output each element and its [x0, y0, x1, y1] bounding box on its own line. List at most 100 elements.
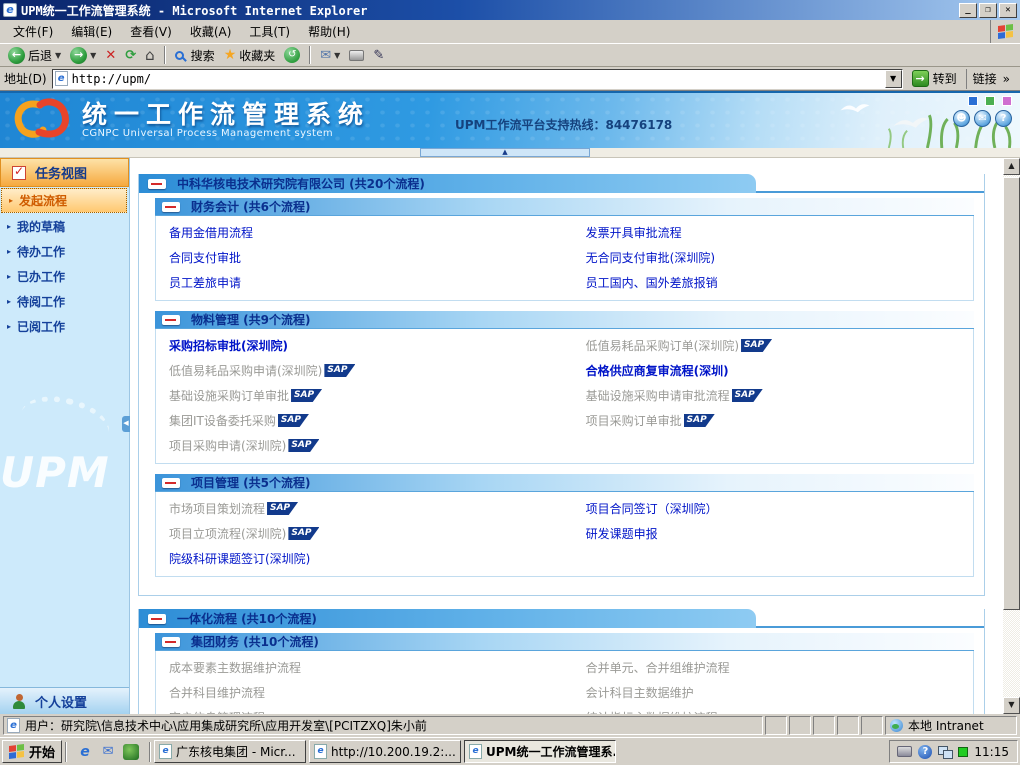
tray-network-icon[interactable] [938, 746, 952, 757]
process-link[interactable]: 院级科研课题签订(深圳院) [169, 550, 310, 567]
tray-app-icon[interactable] [958, 747, 968, 757]
process-cell: 备用金借用流程 [156, 220, 573, 245]
banner-corner-icons: ☻ ✉ ? [953, 96, 1012, 127]
minimize-button[interactable]: _ [959, 3, 977, 18]
blue-square-icon[interactable] [968, 96, 978, 106]
scroll-up-button[interactable]: ▲ [1003, 158, 1020, 175]
taskbar-task-button[interactable]: eUPM统一工作流管理系... [464, 740, 616, 763]
process-link[interactable]: 采购招标审批(深圳院) [169, 337, 288, 354]
collapse-icon[interactable] [148, 179, 166, 189]
search-button[interactable]: 搜索 [171, 45, 219, 66]
address-url[interactable]: http://upm/ [72, 72, 881, 86]
section-header[interactable]: 一体化流程 (共10个流程) [139, 609, 756, 628]
sidebar-item[interactable]: ▸我的草稿 [0, 214, 129, 239]
taskbar-task-button[interactable]: e广东核电集团 - Micr... [154, 740, 306, 763]
process-group: 物料管理 (共9个流程)采购招标审批(深圳院)低值易耗品采购订单(深圳院)SAP… [155, 311, 974, 464]
process-link[interactable]: 备用金借用流程 [169, 224, 253, 241]
group-title: 物料管理 (共9个流程) [191, 311, 311, 328]
status-pane [813, 716, 835, 735]
mail-contact-icon[interactable]: ✉ [974, 110, 991, 127]
menu-item[interactable]: 工具(T) [240, 19, 299, 44]
tray-help-icon[interactable]: ? [918, 745, 932, 759]
menu-item[interactable]: 帮助(H) [299, 19, 359, 44]
quicklaunch-mail-icon[interactable]: ✉ [100, 744, 116, 760]
process-link[interactable]: 无合同支付审批(深圳院) [586, 249, 715, 266]
menu-item[interactable]: 编辑(E) [62, 19, 121, 44]
process-cell: 基础设施采购订单审批SAP [156, 383, 573, 408]
back-dropdown-icon[interactable]: ▼ [55, 51, 61, 60]
process-cell: 统计指标主数据维护流程 [573, 705, 973, 714]
group-header[interactable]: 物料管理 (共9个流程) [155, 311, 974, 329]
process-link[interactable]: 发票开具审批流程 [586, 224, 682, 241]
vertical-scrollbar[interactable]: ▲ ▼ [1003, 158, 1020, 714]
process-link[interactable]: 员工差旅申请 [169, 274, 241, 291]
scroll-thumb[interactable] [1003, 177, 1020, 610]
quicklaunch-ie-icon[interactable]: e [77, 744, 93, 760]
user-contact-icon[interactable]: ☻ [953, 110, 970, 127]
tray-printer-icon[interactable] [897, 746, 912, 757]
group-header[interactable]: 财务会计 (共6个流程) [155, 198, 974, 216]
mail-dropdown-icon[interactable]: ▼ [334, 51, 340, 60]
menu-item[interactable]: 收藏(A) [181, 19, 241, 44]
process-grid: 市场项目策划流程SAP项目合同签订（深圳院）项目立项流程(深圳院)SAP研发课题… [156, 496, 973, 571]
process-link[interactable]: 研发课题申报 [586, 525, 658, 542]
sidebar-item[interactable]: ▸已阅工作 [0, 314, 129, 339]
start-button[interactable]: 开始 [2, 740, 62, 763]
history-button[interactable]: ↺ [280, 45, 304, 66]
collapse-icon[interactable] [162, 315, 180, 325]
sidebar-collapse-button[interactable]: ◀ [122, 416, 130, 432]
home-button[interactable]: ⌂ [141, 45, 159, 66]
go-arrow-icon: → [912, 70, 929, 87]
process-link[interactable]: 合格供应商复审流程(深圳) [586, 362, 729, 379]
toolbar: ← 后退 ▼ → ▼ ✕ ⟳ ⌂ 搜索 ★ 收藏夹 ↺ ✉ ▼ ✎ [0, 44, 1020, 67]
forward-button[interactable]: → ▼ [66, 45, 100, 66]
address-dropdown-button[interactable]: ▼ [885, 70, 902, 88]
collapse-icon[interactable] [162, 478, 180, 488]
sidebar-header: 任务视图 [0, 158, 129, 187]
banner-collapse-button[interactable]: ▲ [420, 148, 590, 157]
quicklaunch-app-icon[interactable] [123, 744, 139, 760]
stop-button[interactable]: ✕ [101, 45, 120, 66]
section-header[interactable]: 中科华核电技术研究院有限公司 (共20个流程) [139, 174, 756, 193]
app-title: 统一工作流管理系统 [82, 102, 370, 128]
process-cell: 会计科目主数据维护 [573, 680, 973, 705]
menu-item[interactable]: 文件(F) [4, 19, 62, 44]
back-button[interactable]: ← 后退 ▼ [4, 45, 65, 66]
process-link[interactable]: 合同支付审批 [169, 249, 241, 266]
green-square-icon[interactable] [985, 96, 995, 106]
edit-button[interactable]: ✎ [369, 45, 388, 66]
scroll-down-button[interactable]: ▼ [1003, 697, 1020, 714]
pink-square-icon[interactable] [1002, 96, 1012, 106]
forward-dropdown-icon[interactable]: ▼ [90, 51, 96, 60]
process-link[interactable]: 员工国内、国外差旅报销 [586, 274, 718, 291]
favorites-button[interactable]: ★ 收藏夹 [220, 45, 280, 66]
start-label: 开始 [29, 742, 55, 761]
process-group: 项目管理 (共5个流程) 市场项目策划流程SAP项目合同签订（深圳院）项目立项流程… [155, 474, 974, 577]
menu-items-container: 文件(F)编辑(E)查看(V)收藏(A)工具(T)帮助(H) [4, 19, 359, 44]
address-input[interactable]: e http://upm/ ▼ [52, 69, 903, 89]
sidebar-item[interactable]: ▸待办工作 [0, 239, 129, 264]
go-label: 转到 [933, 70, 957, 87]
collapse-icon[interactable] [162, 637, 180, 647]
refresh-button[interactable]: ⟳ [121, 45, 140, 66]
process-link: 基础设施采购订单审批 [169, 387, 289, 404]
sidebar-item[interactable]: ▸发起流程 [1, 188, 127, 213]
taskbar-task-button[interactable]: ehttp://10.200.19.2:... [309, 740, 461, 763]
mail-button[interactable]: ✉ ▼ [316, 45, 344, 66]
sidebar-item[interactable]: ▸待阅工作 [0, 289, 129, 314]
print-button[interactable] [345, 45, 368, 66]
group-header[interactable]: 集团财务 (共10个流程) [155, 633, 974, 651]
group-header[interactable]: 项目管理 (共5个流程) [155, 474, 974, 492]
close-button[interactable]: ✕ [999, 3, 1017, 18]
process-link[interactable]: 项目合同签订（深圳院） [586, 500, 718, 517]
help-icon[interactable]: ? [995, 110, 1012, 127]
go-button[interactable]: → 转到 [908, 70, 961, 87]
process-group: 集团财务 (共10个流程)成本要素主数据维护流程合并单元、合并组维护流程合并科目… [155, 633, 974, 714]
collapse-icon[interactable] [148, 614, 166, 624]
sidebar-item[interactable]: ▸已办工作 [0, 264, 129, 289]
sidebar-item-personal-settings[interactable]: 个人设置 [0, 687, 129, 714]
links-button[interactable]: 链接 » [966, 69, 1016, 89]
collapse-icon[interactable] [162, 202, 180, 212]
menu-item[interactable]: 查看(V) [121, 19, 181, 44]
restore-button[interactable]: ❐ [979, 3, 997, 18]
